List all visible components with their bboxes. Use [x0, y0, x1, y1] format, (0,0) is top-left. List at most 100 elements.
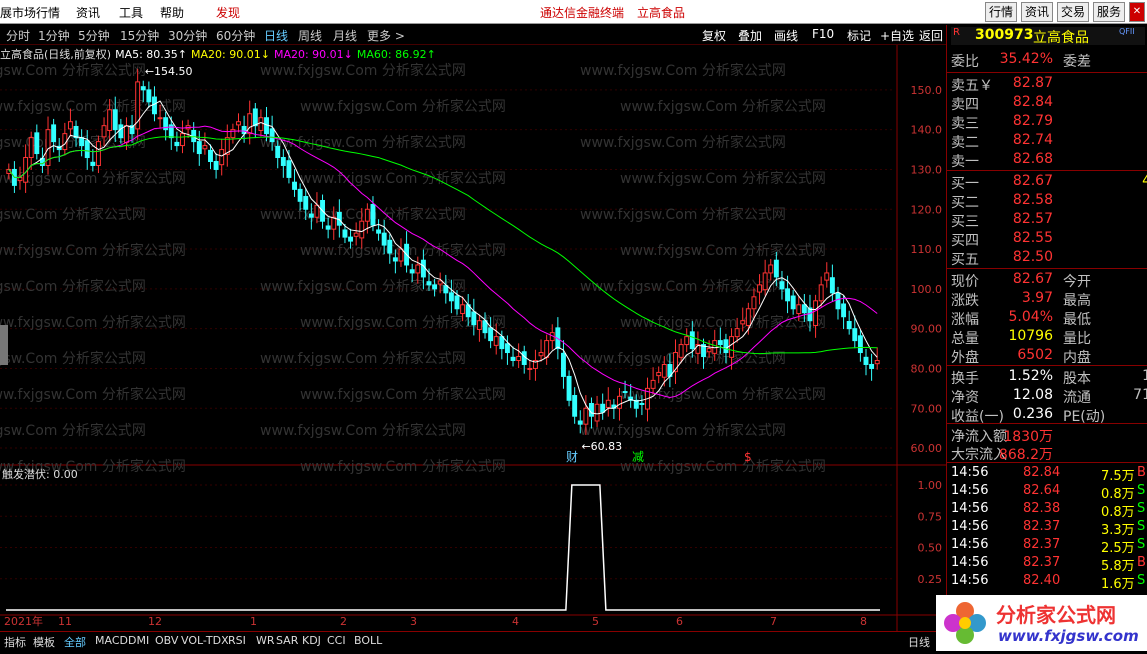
indicator-tab[interactable]: 全部 — [64, 634, 86, 650]
watermark-text: www.fxjgsw.Com 分析家公式网 — [0, 206, 146, 223]
candle — [538, 339, 544, 362]
indicator-tab[interactable]: SAR — [276, 634, 298, 647]
tab-period[interactable]: 月线 — [333, 27, 357, 44]
brand-name: 分析家公式网 — [996, 603, 1116, 627]
indicator-tab[interactable]: KDJ — [302, 634, 321, 647]
candle — [280, 149, 286, 178]
indicator-tab[interactable]: 指标 — [4, 634, 26, 650]
tab-period[interactable]: 15分钟 — [120, 27, 159, 44]
watermark-text: www.fxjgsw.Com 分析家公式网 — [0, 278, 146, 295]
event-marker[interactable]: 财 — [566, 450, 578, 464]
tick-side: S — [1137, 519, 1146, 534]
stat-label: 涨跌 — [951, 293, 979, 309]
qfii-badge: QFII — [1119, 27, 1135, 36]
tab-period[interactable]: 1分钟 — [38, 27, 70, 44]
tab-period[interactable]: 60分钟 — [216, 27, 255, 44]
ask-label: 卖三 — [951, 116, 979, 132]
btn-mark[interactable]: 标记 — [847, 27, 871, 44]
btn-add-fav[interactable]: +自选 — [880, 27, 914, 44]
kline-chart[interactable]: 150.0 140.0 130.0 120.0 110.0 100.0 90.00 80.00… — [0, 45, 946, 631]
ask-label: 卖五￥ — [951, 78, 993, 94]
tab-period[interactable]: 5分钟 — [78, 27, 110, 44]
tab-period-active[interactable]: 日线 — [264, 27, 288, 44]
watermark-text: www.fxjgsw.Com 分析家公式网 — [0, 422, 146, 439]
menu-help[interactable]: 帮助 — [160, 4, 184, 21]
candle — [717, 327, 723, 354]
close-icon[interactable]: ✕ — [1129, 2, 1145, 22]
btn-draw[interactable]: 画线 — [774, 27, 798, 44]
menu-discover[interactable]: 发现 — [216, 4, 240, 21]
y-tick-label: 0.50 — [918, 542, 943, 555]
x-tick-label: 2 — [340, 615, 347, 628]
candle — [544, 334, 550, 365]
ask-value: 82.84 — [1012, 94, 1053, 110]
period-toolbar: 分时 1分钟 5分钟 15分钟 30分钟 60分钟 日线 周线 月线 更多 > … — [0, 25, 946, 45]
y-tick-label: 140.0 — [911, 124, 943, 137]
tab-period[interactable]: 30分钟 — [168, 27, 207, 44]
ask-row: 卖五￥ 82.87 — [951, 75, 1145, 94]
watermark-text: www.fxjgsw.Com 分析家公式网 — [620, 458, 826, 475]
indicator-tab[interactable]: RSI — [228, 634, 246, 647]
indicator-tab[interactable]: VOL-TDX — [181, 634, 229, 647]
indicator-tab[interactable]: BOLL — [354, 634, 382, 647]
bid-label: 买四 — [951, 233, 979, 249]
btn-quote[interactable]: 行情 — [985, 2, 1017, 22]
collapse-handle[interactable] — [0, 325, 8, 365]
candle — [224, 124, 230, 167]
x-tick-label: 11 — [58, 615, 72, 628]
stock-name: 立高食品 — [1033, 30, 1089, 46]
watermark-text: www.fxjgsw.Com 分析家公式网 — [620, 314, 826, 331]
weicha-label: 委差 — [1063, 54, 1091, 70]
btn-fq[interactable]: 复权 — [702, 27, 726, 44]
btn-overlay[interactable]: 叠加 — [738, 27, 762, 44]
candle — [824, 262, 830, 288]
stat2-right-value: 71 — [1133, 387, 1147, 403]
btn-info[interactable]: 资讯 — [1021, 2, 1053, 22]
tab-period[interactable]: 周线 — [298, 27, 322, 44]
indicator-tab[interactable]: OBV — [155, 634, 178, 647]
indicator-tab[interactable]: 模板 — [33, 634, 55, 650]
indicator-tab[interactable]: MACD — [95, 634, 128, 647]
btn-f10[interactable]: F10 — [812, 27, 834, 41]
watermark-text: www.fxjgsw.Com 分析家公式网 — [0, 314, 186, 331]
tab-period[interactable]: 分时 — [6, 27, 30, 44]
bid-row: 买五 82.50 — [951, 249, 1145, 268]
flower-icon — [944, 602, 986, 644]
bid-label: 买三 — [951, 214, 979, 230]
period-label[interactable]: 日线 — [908, 634, 930, 650]
candle — [656, 366, 662, 384]
stat2-label: 净资 — [951, 390, 979, 406]
indicator-tab[interactable]: WR — [256, 634, 275, 647]
btn-service[interactable]: 服务 — [1093, 2, 1125, 22]
candle — [79, 129, 85, 157]
stat2-label: 换手 — [951, 371, 979, 387]
y-tick-label: 0.75 — [918, 510, 943, 523]
candle — [566, 370, 572, 407]
weibi-value: 35.42% — [999, 51, 1053, 67]
event-marker[interactable]: $ — [744, 450, 752, 464]
indicator-tab[interactable]: DMI — [128, 634, 149, 647]
tab-more[interactable]: 更多 > — [367, 27, 405, 44]
tick-volume: 0.8万 — [1101, 487, 1135, 502]
y-tick-label: 90.00 — [911, 323, 943, 336]
menu-news[interactable]: 资讯 — [76, 4, 100, 21]
watermark-text: www.fxjgsw.Com 分析家公式网 — [0, 386, 186, 403]
indicator-tab[interactable]: CCI — [327, 634, 346, 647]
menu-tools[interactable]: 工具 — [119, 4, 143, 21]
weibi-label: 委比 — [951, 54, 979, 70]
link-stock[interactable]: 立高食品 — [637, 4, 685, 21]
y-tick-label: 120.0 — [911, 203, 943, 216]
btn-back[interactable]: 返回 — [919, 27, 943, 44]
bid-label: 买一 — [951, 176, 979, 192]
ask-label: 卖四 — [951, 97, 979, 113]
candle — [516, 343, 522, 369]
subchart-label: 触发潜伏: 0.00 — [2, 467, 78, 481]
candle — [510, 346, 516, 367]
menu-market[interactable]: 展市场行情 — [0, 4, 60, 21]
event-marker[interactable]: 减 — [632, 450, 644, 464]
link-terminal[interactable]: 通达信金融终端 — [540, 4, 624, 21]
ask-label: 卖二 — [951, 135, 979, 151]
stat2-right-value: 1 — [1142, 368, 1147, 384]
watermark-text: www.fxjgsw.Com 分析家公式网 — [0, 98, 186, 115]
btn-trade[interactable]: 交易 — [1057, 2, 1089, 22]
